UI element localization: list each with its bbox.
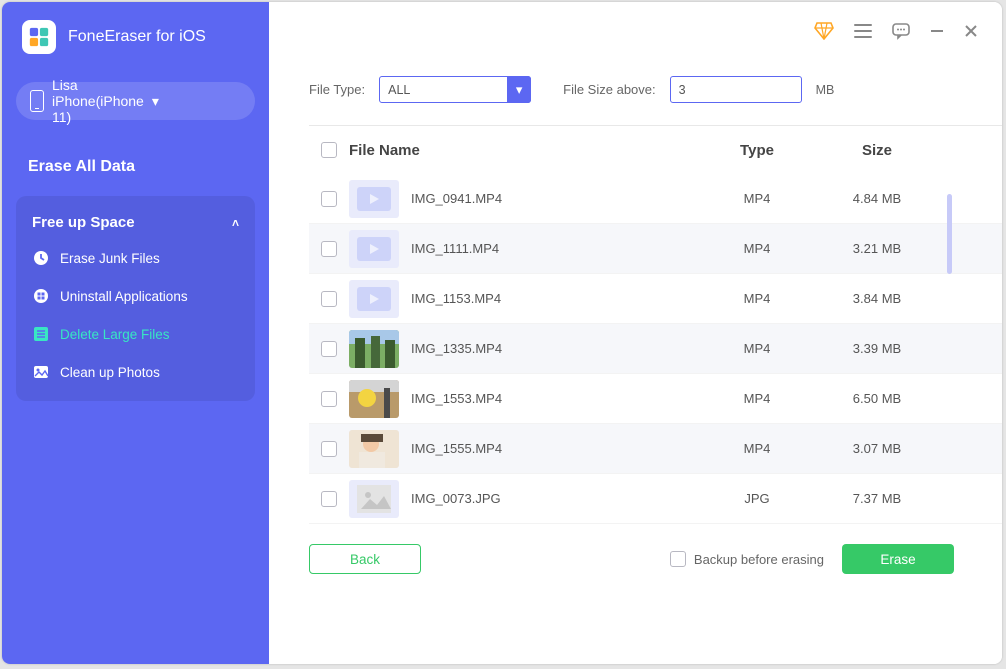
device-name: Lisa iPhone(iPhone 11) bbox=[52, 77, 144, 125]
file-size: 3.84 MB bbox=[812, 291, 942, 306]
file-name: IMG_1153.MP4 bbox=[411, 291, 501, 306]
sidebar-item-label: Erase Junk Files bbox=[60, 251, 160, 266]
dropdown-arrow-icon[interactable]: ▾ bbox=[507, 76, 531, 103]
sidebar: FoneEraser for iOS Lisa iPhone(iPhone 11… bbox=[2, 2, 269, 664]
row-checkbox[interactable] bbox=[321, 391, 337, 407]
header-filename[interactable]: File Name bbox=[349, 142, 702, 159]
minimize-button[interactable] bbox=[930, 24, 944, 38]
file-size: 7.37 MB bbox=[812, 491, 942, 506]
sidebar-item-clean-up-photos[interactable]: Clean up Photos bbox=[16, 353, 255, 391]
sidebar-section-header[interactable]: Free up Space ˄ bbox=[16, 206, 255, 239]
chevron-up-icon: ˄ bbox=[232, 216, 239, 230]
file-thumbnail bbox=[349, 330, 399, 368]
file-type: MP4 bbox=[702, 391, 812, 406]
file-type: MP4 bbox=[702, 441, 812, 456]
file-size: 3.39 MB bbox=[812, 341, 942, 356]
filter-bar: File Type: ▾ File Size above: MB bbox=[269, 60, 1002, 125]
row-checkbox[interactable] bbox=[321, 241, 337, 257]
table-row[interactable]: IMG_1153.MP4 MP43.84 MB bbox=[309, 274, 1002, 324]
file-name: IMG_0073.JPG bbox=[411, 491, 501, 506]
file-type: MP4 bbox=[702, 241, 812, 256]
file-thumbnail bbox=[349, 380, 399, 418]
sidebar-item-label: Delete Large Files bbox=[60, 327, 170, 342]
sidebar-item-erase-junk-files[interactable]: Erase Junk Files bbox=[16, 239, 255, 277]
clock-icon bbox=[32, 249, 50, 267]
main-content: File Type: ▾ File Size above: MB File Na… bbox=[269, 2, 1002, 664]
file-type-select[interactable]: ▾ bbox=[379, 76, 531, 103]
file-thumbnail bbox=[349, 280, 399, 318]
select-all-checkbox[interactable] bbox=[321, 142, 337, 158]
chevron-down-icon: ▾ bbox=[152, 93, 241, 110]
brand: FoneEraser for iOS bbox=[22, 20, 255, 54]
file-size-label: File Size above: bbox=[563, 82, 656, 97]
list-icon bbox=[32, 325, 50, 343]
backup-option[interactable]: Backup before erasing bbox=[670, 551, 824, 567]
file-type: JPG bbox=[702, 491, 812, 506]
file-table: File Name Type Size IMG_0941.MP4MP44.84 … bbox=[309, 125, 1002, 524]
file-size: 3.21 MB bbox=[812, 241, 942, 256]
file-type-label: File Type: bbox=[309, 82, 365, 97]
file-thumbnail bbox=[349, 180, 399, 218]
file-type: MP4 bbox=[702, 291, 812, 306]
footer: Back Backup before erasing Erase bbox=[269, 524, 1002, 598]
app-title: FoneEraser for iOS bbox=[68, 28, 206, 46]
table-row[interactable]: IMG_1111.MP4 MP43.21 MB bbox=[309, 224, 1002, 274]
file-size: 3.07 MB bbox=[812, 441, 942, 456]
file-name: IMG_1553.MP4 bbox=[411, 391, 502, 406]
header-type[interactable]: Type bbox=[702, 142, 812, 159]
file-size: 4.84 MB bbox=[812, 191, 942, 206]
photo-icon bbox=[32, 363, 50, 381]
close-button[interactable] bbox=[964, 24, 978, 38]
table-row[interactable]: IMG_1555.MP4 MP43.07 MB bbox=[309, 424, 1002, 474]
device-selector[interactable]: Lisa iPhone(iPhone 11) ▾ bbox=[16, 82, 255, 120]
table-row[interactable]: IMG_0941.MP4 MP44.84 MB bbox=[309, 174, 1002, 224]
file-name: IMG_1555.MP4 bbox=[411, 441, 502, 456]
table-header: File Name Type Size bbox=[309, 126, 1002, 174]
row-checkbox[interactable] bbox=[321, 191, 337, 207]
row-checkbox[interactable] bbox=[321, 341, 337, 357]
sidebar-section-label: Free up Space bbox=[32, 214, 135, 231]
sidebar-section-freeup: Free up Space ˄ Erase Junk Files Uninstal… bbox=[16, 196, 255, 401]
phone-icon bbox=[30, 90, 44, 112]
titlebar bbox=[269, 2, 1002, 60]
table-row[interactable]: IMG_1553.MP4 MP46.50 MB bbox=[309, 374, 1002, 424]
file-size: 6.50 MB bbox=[812, 391, 942, 406]
file-name: IMG_1335.MP4 bbox=[411, 341, 502, 356]
back-button[interactable]: Back bbox=[309, 544, 421, 574]
table-row[interactable]: IMG_0073.JPG JPG7.37 MB bbox=[309, 474, 1002, 524]
file-thumbnail bbox=[349, 480, 399, 518]
row-checkbox[interactable] bbox=[321, 441, 337, 457]
sidebar-item-label: Uninstall Applications bbox=[60, 289, 188, 304]
file-name: IMG_0941.MP4 bbox=[411, 191, 502, 206]
sidebar-item-erase-all[interactable]: Erase All Data bbox=[16, 150, 255, 184]
file-type: MP4 bbox=[702, 341, 812, 356]
chat-icon[interactable] bbox=[892, 22, 910, 40]
file-thumbnail bbox=[349, 430, 399, 468]
row-checkbox[interactable] bbox=[321, 491, 337, 507]
file-type: MP4 bbox=[702, 191, 812, 206]
app-logo-icon bbox=[22, 20, 56, 54]
header-size[interactable]: Size bbox=[812, 142, 942, 159]
row-checkbox[interactable] bbox=[321, 291, 337, 307]
file-size-input[interactable] bbox=[670, 76, 802, 103]
table-row[interactable]: IMG_1335.MP4 MP43.39 MB bbox=[309, 324, 1002, 374]
backup-label: Backup before erasing bbox=[694, 552, 824, 567]
apps-icon bbox=[32, 287, 50, 305]
menu-icon[interactable] bbox=[854, 23, 872, 39]
sidebar-item-label: Clean up Photos bbox=[60, 365, 160, 380]
scrollbar[interactable] bbox=[947, 194, 952, 274]
erase-button[interactable]: Erase bbox=[842, 544, 954, 574]
size-unit: MB bbox=[816, 83, 835, 97]
sidebar-item-delete-large-files[interactable]: Delete Large Files bbox=[16, 315, 255, 353]
premium-icon[interactable] bbox=[814, 22, 834, 40]
sidebar-item-uninstall-applications[interactable]: Uninstall Applications bbox=[16, 277, 255, 315]
file-name: IMG_1111.MP4 bbox=[411, 241, 499, 256]
backup-checkbox[interactable] bbox=[670, 551, 686, 567]
file-thumbnail bbox=[349, 230, 399, 268]
